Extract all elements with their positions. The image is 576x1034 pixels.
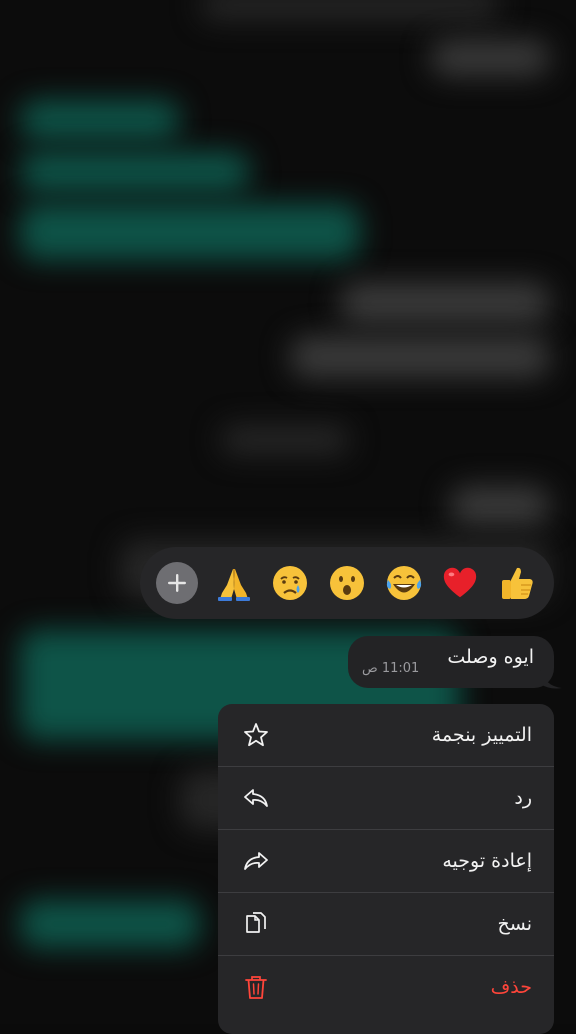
message-text: ايوه وصلت: [447, 646, 534, 668]
menu-item-copy[interactable]: نسخ: [218, 893, 554, 955]
message-timestamp: 11:01 ص: [362, 661, 420, 676]
reaction-red-heart[interactable]: [439, 562, 481, 604]
reply-icon: [244, 789, 268, 807]
message-context-menu: التمييز بنجمة رد إعادة توجيه نسخ حذف: [218, 704, 554, 1034]
menu-item-label: التمييز بنجمة: [431, 724, 532, 746]
menu-item-label: رد: [514, 787, 532, 809]
reaction-crying[interactable]: [269, 562, 311, 604]
blurred-outgoing-message: [20, 900, 200, 948]
blurred-message: [340, 282, 550, 324]
red-heart-icon: [444, 567, 477, 598]
crying-face-icon: [273, 566, 308, 600]
blurred-message: [200, 0, 500, 20]
menu-item-star[interactable]: التمييز بنجمة: [218, 704, 554, 766]
blurred-message: [290, 336, 550, 378]
menu-item-label: نسخ: [497, 913, 532, 935]
blurred-message: [450, 486, 550, 526]
blurred-outgoing-message: [20, 152, 250, 192]
forward-icon: [244, 852, 268, 870]
reaction-folded-hands[interactable]: [213, 562, 255, 604]
menu-item-forward[interactable]: إعادة توجيه: [218, 830, 554, 892]
star-icon: [244, 723, 268, 747]
menu-item-label: إعادة توجيه: [442, 850, 532, 872]
trash-icon: [245, 976, 267, 999]
menu-item-delete[interactable]: حذف: [218, 956, 554, 1018]
thumbs-up-icon: [501, 567, 533, 599]
reaction-thumbs-up[interactable]: [496, 562, 538, 604]
tears-of-joy-icon: [386, 566, 421, 600]
blurred-outgoing-message: [20, 100, 180, 140]
reaction-surprised[interactable]: [326, 562, 368, 604]
menu-item-label: حذف: [490, 976, 532, 998]
plus-icon: [168, 574, 186, 592]
add-reaction-button[interactable]: [156, 562, 198, 604]
blurred-message: [430, 40, 550, 76]
bubble-tail: [540, 668, 562, 689]
reaction-bar: [140, 547, 554, 619]
copy-icon: [246, 912, 266, 933]
blurred-outgoing-message: [20, 204, 360, 260]
reaction-tears-of-joy[interactable]: [383, 562, 425, 604]
menu-item-reply[interactable]: رد: [218, 767, 554, 829]
blurred-date-pill: [220, 425, 350, 455]
folded-hands-icon: [217, 569, 250, 601]
surprised-face-icon: [329, 566, 364, 600]
message-bubble[interactable]: ايوه وصلت 11:01 ص: [348, 636, 554, 688]
